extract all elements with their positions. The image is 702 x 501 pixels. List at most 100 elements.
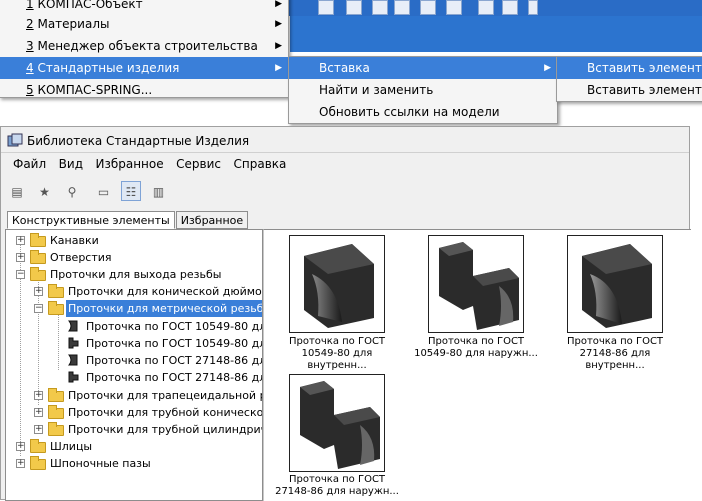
save-icon[interactable]: ▤ (7, 182, 27, 202)
tree-node-label: Проточки для выхода резьбы (50, 268, 222, 281)
expand-icon[interactable]: + (34, 391, 43, 400)
toolbar-icon[interactable] (394, 0, 410, 15)
groove-internal-icon (304, 244, 374, 328)
expand-icon[interactable]: + (34, 287, 43, 296)
folder-open-icon (48, 301, 64, 315)
tree-node-label: Проточки для метрической резьбы (66, 300, 262, 317)
find-icon[interactable]: ⚲ (62, 182, 82, 202)
gallery-caption-line: Проточка по ГОСТ (288, 474, 386, 485)
tree-node[interactable]: Проточка по ГОСТ 10549-80 для в (6, 318, 262, 335)
expand-icon[interactable]: + (34, 408, 43, 417)
standard-parts-submenu: Вставка ▶ Найти и заменить Обновить ссылк… (288, 56, 558, 124)
toolbar-icon[interactable] (478, 0, 494, 15)
details-view-icon[interactable]: ▥ (149, 182, 169, 202)
library-window: Библиотека Стандартные Изделия Файл Вид … (0, 126, 691, 501)
menu-item-number: 1 (26, 0, 34, 11)
menu-service[interactable]: Сервис (176, 157, 221, 171)
folder-icon (48, 405, 64, 419)
toolbar-icon[interactable] (372, 0, 388, 15)
window-titlebar[interactable]: Библиотека Стандартные Изделия (1, 127, 689, 153)
tree-node[interactable]: + Отверстия (6, 249, 262, 266)
gallery-caption-line: 27148-86 для внутренн... (579, 348, 651, 371)
tree-node-label: Проточка по ГОСТ 10549-80 для в (86, 320, 262, 333)
menu-item-find-replace[interactable]: Найти и заменить (289, 79, 557, 101)
menu-item-number: 2 (26, 17, 34, 31)
gallery-thumbnail[interactable] (289, 374, 385, 472)
collapse-icon[interactable]: − (34, 304, 43, 313)
tree-node[interactable]: Проточка по ГОСТ 27148-86 для в (6, 352, 262, 369)
tree-node[interactable]: + Проточки для трубной цилиндрическо (6, 421, 262, 438)
menu-item-label: Обновить ссылки на модели (319, 105, 500, 119)
menu-item-insert[interactable]: Вставка ▶ (289, 57, 557, 79)
expand-icon[interactable]: + (16, 442, 25, 451)
menu-item-kompas-spring[interactable]: 5 КОМПАС-SPRING... (0, 79, 288, 101)
app-background (290, 16, 702, 52)
tab-favorites[interactable]: Избранное (175, 211, 249, 229)
tab-bar: Конструктивные элементы Избранное (7, 211, 249, 229)
gallery-thumbnail[interactable] (289, 235, 385, 333)
menu-item-update-links[interactable]: Обновить ссылки на модели (289, 101, 557, 123)
toolbar-overflow-icon[interactable] (528, 0, 538, 15)
menu-favorites[interactable]: Избранное (95, 157, 163, 171)
menu-item-insert-element-2[interactable]: Вставить элемент п (557, 79, 702, 101)
collapse-icon[interactable]: − (16, 270, 25, 279)
toolbar-icon[interactable] (502, 0, 518, 15)
part-icon (68, 337, 79, 349)
tab-constructive-elements[interactable]: Конструктивные элементы (7, 211, 175, 229)
menu-item-label: Вставить элемент п (587, 83, 702, 97)
folder-icon (30, 439, 46, 453)
menu-item-standard-parts[interactable]: 4 Стандартные изделия ▶ (0, 57, 288, 79)
menu-item-number: 4 (26, 61, 34, 75)
menu-item-insert-element[interactable]: Вставить элемент (557, 57, 702, 79)
tree-node-label: Проточки для трапецеидальной резьбы (68, 389, 262, 402)
menu-view[interactable]: Вид (59, 157, 83, 171)
window-menubar: Файл Вид Избранное Сервис Справка (13, 157, 295, 175)
menu-item-construction-manager[interactable]: 3 Менеджер объекта строительства ▶ (0, 35, 288, 57)
expand-icon[interactable]: + (16, 253, 25, 262)
folder-open-icon (30, 267, 46, 281)
insert-submenu: Вставить элемент Вставить элемент п (556, 56, 702, 102)
tree-node[interactable]: + Шпоночные пазы (6, 455, 262, 472)
tree-node-label: Проточка по ГОСТ 27148-86 для н (86, 371, 262, 384)
menu-item-label: Материалы (37, 17, 110, 31)
menu-item-label: КОМПАС-SPRING... (37, 83, 153, 97)
gallery-thumbnail[interactable] (428, 235, 524, 333)
tree-node[interactable]: + Проточки для трапецеидальной резьбы (6, 387, 262, 404)
list-view-icon[interactable]: ▭ (94, 182, 114, 202)
tree-node[interactable]: + Проточки для трубной конической ре (6, 404, 263, 421)
tree-node-label: Проточки для трубной цилиндрическо (68, 423, 262, 436)
gallery-thumbnail[interactable] (567, 235, 663, 333)
tree-node[interactable]: + Проточки для конической дюймовой р (6, 283, 262, 300)
tree-node[interactable]: Проточка по ГОСТ 27148-86 для н (6, 369, 262, 386)
tree-node-label: Отверстия (50, 251, 112, 264)
menu-item-label: КОМПАС-Объект (37, 0, 143, 11)
gallery-caption: Проточка по ГОСТ 10549-80 для внутренн..… (272, 336, 402, 372)
expand-icon[interactable]: + (16, 459, 25, 468)
expand-icon[interactable]: + (34, 425, 43, 434)
part-icon (67, 320, 78, 332)
gallery-caption: Проточка по ГОСТ 10549-80 для наружн... (411, 336, 541, 360)
gallery-caption-line: 10549-80 для наружн... (414, 348, 538, 359)
tree-node[interactable]: Проточка по ГОСТ 10549-80 для н (6, 335, 262, 352)
toolbar-icon[interactable] (318, 0, 334, 15)
toolbar-icon[interactable] (346, 0, 362, 15)
tree-node-label: Проточки для трубной конической ре (68, 406, 263, 419)
tree-node[interactable]: − Проточки для выхода резьбы (6, 266, 262, 283)
menu-file[interactable]: Файл (13, 157, 46, 171)
menu-help[interactable]: Справка (234, 157, 287, 171)
tree-node[interactable]: + Канавки (6, 232, 262, 249)
tree-node[interactable]: + Шлицы (6, 438, 262, 455)
menu-item-label: Менеджер объекта строительства (37, 39, 258, 53)
expand-icon[interactable]: + (16, 236, 25, 245)
gallery-caption-line: Проточка по ГОСТ (566, 336, 664, 347)
toolbar-icon[interactable] (446, 0, 462, 15)
menu-item-materials[interactable]: 2 Материалы ▶ (0, 13, 288, 35)
toolbar-icon[interactable] (420, 0, 436, 15)
folder-icon (30, 250, 46, 264)
add-favorite-icon[interactable]: ★ (35, 182, 55, 202)
menu-item-label: Стандартные изделия (37, 61, 180, 75)
menu-item-number: 3 (26, 39, 34, 53)
submenu-arrow-icon: ▶ (544, 63, 551, 73)
tree-view-icon[interactable]: ☷ (121, 181, 141, 201)
tree-node-selected[interactable]: − Проточки для метрической резьбы (6, 300, 262, 317)
